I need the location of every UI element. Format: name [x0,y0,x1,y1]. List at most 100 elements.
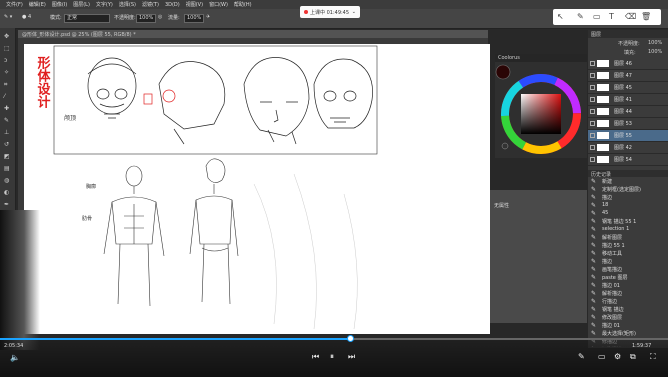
brush-tool-icon[interactable]: ✎ [4,118,11,124]
recording-indicator[interactable]: 上课中 01:49:45 ⌄ [300,6,360,18]
history-step-label: 移动工具 [602,251,623,257]
menu-item-layer[interactable]: 图层(L) [73,1,90,8]
layer-row[interactable]: 图层 46 [588,58,668,70]
lasso-tool-icon[interactable]: ↄ [4,58,11,64]
menu-item-select[interactable]: 选择(S) [119,1,136,8]
flow-input[interactable]: 100% [184,14,204,23]
menu-item-edit[interactable]: 编辑(E) [29,1,46,8]
layer-thumbnail [597,132,609,139]
layer-row[interactable]: 图层 54 [588,154,668,166]
history-step-label: 描边 01 [602,323,620,329]
eraser-icon[interactable]: ⌫ [625,12,636,21]
text-icon[interactable]: T [609,12,614,21]
crop-tool-icon[interactable]: ⌗ [4,82,11,88]
eyedropper-icon[interactable]: ⁄ [4,94,11,100]
skip-forward-icon[interactable]: ⏭ [348,352,355,362]
brush-stroke-icon: ✎ [591,266,597,273]
faint-construction-lines [253,173,358,330]
history-step-label: 描边 [602,195,613,201]
layer-thumbnail [597,72,609,79]
layer-row[interactable]: 图层 47 [588,70,668,82]
pause-icon[interactable]: ⏸ [330,352,334,362]
video-current-time: 2:05:34 [4,343,24,349]
pressure-icon[interactable]: ◎ [158,14,162,20]
fullscreen-icon[interactable]: ⛶ [650,352,656,362]
canvas-note-crown: 颅顶 [64,114,76,122]
dodge-tool-icon[interactable]: ◐ [4,190,11,196]
layer-row[interactable]: 图层 45 [588,82,668,94]
skip-back-icon[interactable]: ⏮ [312,352,319,362]
marquee-tool-icon[interactable]: ⬚ [4,46,11,52]
layer-row[interactable]: 图层 41 [588,94,668,106]
visibility-eye-icon[interactable] [590,157,595,162]
brush-stroke-icon: ✎ [591,330,597,337]
layer-row[interactable]: 图层 42 [588,142,668,154]
picture-in-picture-icon[interactable]: ⧉ [630,352,636,362]
visibility-eye-icon[interactable] [590,121,595,126]
visibility-eye-icon[interactable] [590,85,595,90]
document-tab-label: @形体_形体设计.psd @ 25% (图层 55, RGB/8) * [22,32,136,38]
move-tool-icon[interactable]: ✥ [4,34,11,40]
record-dot-icon [304,9,308,14]
visibility-eye-icon[interactable] [590,145,595,150]
draw-pen-icon[interactable]: ✎ [578,352,585,361]
visibility-eye-icon[interactable] [590,133,595,138]
history-brush-icon[interactable]: ↺ [4,142,11,148]
magic-wand-icon[interactable]: ✧ [4,70,11,76]
healing-tool-icon[interactable]: ✚ [4,106,11,112]
blur-tool-icon[interactable]: ◍ [4,178,11,184]
settings-icon[interactable]: ⚙ [614,352,621,361]
brush-stroke-icon: ✎ [591,202,597,209]
visibility-eye-icon[interactable] [590,61,595,66]
menu-item-view[interactable]: 视图(V) [186,1,203,8]
mode-select[interactable]: 正常 [64,14,110,23]
menu-item-type[interactable]: 文字(Y) [96,1,113,8]
layer-row[interactable]: 图层 53 [588,118,668,130]
menu-item-file[interactable]: 文件(F) [6,1,23,8]
layer-name: 图层 42 [614,145,632,151]
layer-thumbnail [597,120,609,127]
head-portrait-sketch [243,57,310,145]
layer-row[interactable]: 图层 44 [588,106,668,118]
layers-tab[interactable]: 图层 [591,31,601,38]
history-step-label: 18 [602,202,609,208]
visibility-eye-icon[interactable] [590,97,595,102]
history-step-label: 45 [602,210,609,216]
menu-item-3d[interactable]: 3D(D) [165,2,180,8]
opacity-input[interactable]: 100% [136,14,156,23]
airbrush-icon[interactable]: ✈ [206,14,210,20]
select-arrow-icon[interactable]: ↖ [557,12,564,21]
menu-item-window[interactable]: 窗口(W) [209,1,228,8]
layer-thumbnail [597,60,609,67]
eraser-tool-icon[interactable]: ◩ [4,154,11,160]
layer-opacity-value[interactable]: 100% [648,40,662,46]
pen-icon[interactable]: ✎ [577,12,584,21]
rectangle-icon[interactable]: ▭ [593,12,601,21]
menu-item-image[interactable]: 图像(I) [52,1,67,8]
layer-opacity-label: 不透明度: [618,41,640,47]
pen-tool-icon[interactable]: ✒ [4,202,11,208]
menu-item-help[interactable]: 帮助(H) [234,1,252,8]
menu-item-filter[interactable]: 滤镜(T) [142,1,159,8]
history-step-label: 解析描边 [602,291,623,297]
layer-fill-value[interactable]: 100% [648,49,662,55]
trash-icon[interactable]: 🗑 [641,12,651,21]
volume-icon[interactable]: 🔈 [10,353,20,362]
visibility-eye-icon[interactable] [590,109,595,114]
danmaku-icon[interactable]: ▭ [598,352,606,361]
chevron-down-icon[interactable]: ⌄ [352,9,356,15]
layer-row[interactable]: 图层 55 [588,130,668,142]
brush-stroke-icon: ✎ [591,258,597,265]
history-step-label: 定制框(选定图层) [602,187,641,193]
video-progress-knob[interactable] [346,335,354,342]
brush-tool-icon[interactable]: ✎ ▾ [4,14,12,20]
history-step-label: 修改图层 [602,315,623,321]
history-step-label: 钢笔 描边 55 1 [602,219,637,225]
drawing-canvas[interactable]: 形体设计 颅顶 胸廓 肋骨 [24,44,490,334]
gradient-tool-icon[interactable]: ▤ [4,166,11,172]
stamp-tool-icon[interactable]: ⊥ [4,130,11,136]
brush-size-icon[interactable]: ● 4 [22,14,31,20]
saturation-square[interactable] [521,94,561,134]
visibility-eye-icon[interactable] [590,73,595,78]
document-tab[interactable]: @形体_形体设计.psd @ 25% (图层 55, RGB/8) * [18,30,488,38]
